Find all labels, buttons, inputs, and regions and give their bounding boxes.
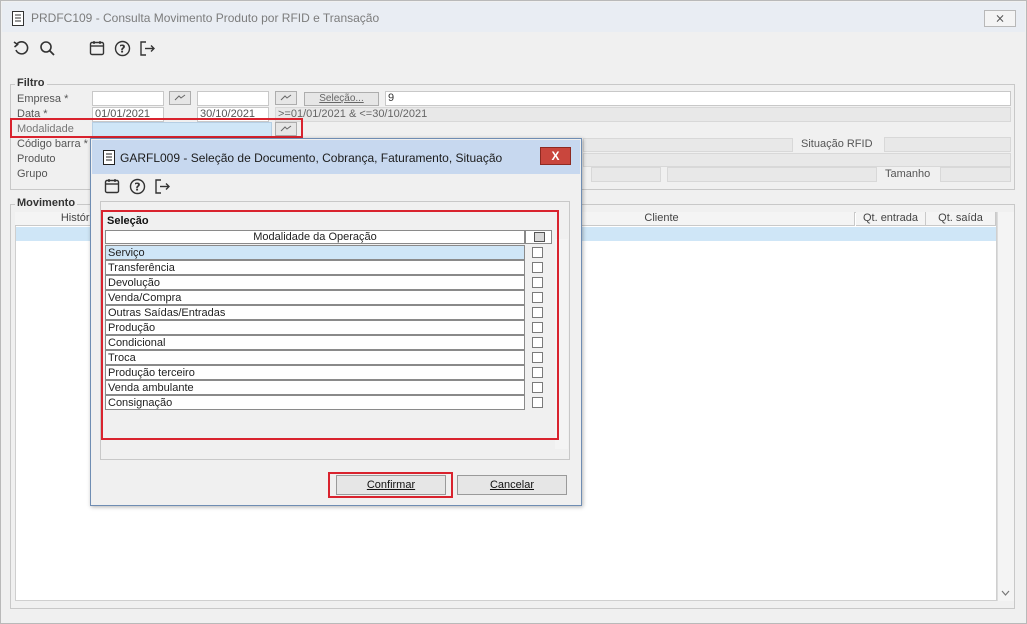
- col-historico[interactable]: Históri: [15, 212, 95, 226]
- selecao-dialog: GARFL009 - Seleção de Documento, Cobranç…: [90, 138, 582, 506]
- list-item-checkbox[interactable]: [532, 307, 543, 318]
- dialog-title: GARFL009 - Seleção de Documento, Cobranç…: [120, 151, 503, 165]
- list-item-checkbox[interactable]: [532, 382, 543, 393]
- list-item-label: Troca: [108, 352, 136, 364]
- list-item[interactable]: Outras Saídas/Entradas: [105, 305, 525, 320]
- calendar-icon[interactable]: [87, 39, 107, 57]
- codigo-barra-field: [583, 138, 793, 152]
- list-item[interactable]: Venda ambulante: [105, 380, 525, 395]
- list-item[interactable]: Produção terceiro: [105, 365, 525, 380]
- empresa-label: Empresa *: [17, 93, 69, 105]
- situacao-rfid-field[interactable]: [884, 137, 1011, 152]
- list-item-checkbox[interactable]: [532, 397, 543, 408]
- list-item[interactable]: Produção: [105, 320, 525, 335]
- list-item-checkbox[interactable]: [532, 322, 543, 333]
- select-all-header[interactable]: [525, 230, 552, 244]
- data-range-display: >=01/01/2021 & <=30/10/2021: [275, 107, 1011, 122]
- dialog-close-button[interactable]: X: [540, 147, 571, 165]
- document-icon: [11, 10, 25, 26]
- list-item-label: Devolução: [108, 277, 160, 289]
- list-item-label: Venda/Compra: [108, 292, 182, 304]
- situacao-rfid-label: Situação RFID: [801, 138, 873, 150]
- list-item[interactable]: Serviço: [105, 245, 525, 260]
- help-icon[interactable]: ?: [127, 177, 147, 195]
- list-item-label: Condicional: [108, 337, 166, 349]
- movimento-legend: Movimento: [15, 197, 78, 209]
- refresh-icon[interactable]: [11, 39, 31, 57]
- list-item-label: Serviço: [108, 247, 145, 259]
- list-item-checkbox[interactable]: [532, 292, 543, 303]
- codigo-barra-label: Código barra *: [17, 138, 88, 150]
- window-title: PRDFC109 - Consulta Movimento Produto po…: [31, 11, 380, 25]
- tamanho-label: Tamanho: [885, 168, 931, 180]
- empresa-lookup-button[interactable]: [169, 91, 191, 105]
- list-item-label: Produção terceiro: [108, 367, 195, 379]
- empresa-code-input-2[interactable]: [197, 91, 269, 106]
- list-item-checkbox[interactable]: [532, 352, 543, 363]
- confirmar-label: Confirmar: [366, 479, 416, 491]
- grupo-field-2: [667, 167, 877, 182]
- exit-icon[interactable]: [152, 177, 172, 195]
- empresa-code-input[interactable]: [92, 91, 164, 106]
- help-icon[interactable]: ?: [112, 39, 132, 57]
- svg-text:?: ?: [119, 42, 125, 55]
- movimento-scrollbar[interactable]: [997, 212, 1014, 601]
- empresa-lookup-button-2[interactable]: [275, 91, 297, 105]
- produto-label: Produto: [17, 153, 56, 165]
- modalidade-column-header[interactable]: Modalidade da Operação: [105, 230, 525, 244]
- list-item-label: Outras Saídas/Entradas: [108, 307, 226, 319]
- window-close-button[interactable]: ⨯: [984, 10, 1016, 27]
- grupo-label: Grupo: [17, 168, 48, 180]
- list-item[interactable]: Consignação: [105, 395, 525, 410]
- confirmar-button[interactable]: Confirmar: [336, 475, 446, 495]
- list-item-label: Transferência: [108, 262, 175, 274]
- list-item-checkbox[interactable]: [532, 262, 543, 273]
- document-icon: [102, 149, 116, 165]
- list-item-label: Produção: [108, 322, 156, 334]
- list-item-checkbox[interactable]: [532, 337, 543, 348]
- list-item-label: Consignação: [108, 397, 173, 409]
- scroll-down-icon[interactable]: [998, 587, 1013, 599]
- modalidade-highlight: [10, 118, 303, 138]
- select-all-checkbox[interactable]: [534, 232, 545, 242]
- selecao-value-field[interactable]: 9: [385, 91, 1011, 106]
- cancelar-label: Cancelar: [489, 479, 535, 491]
- list-item-checkbox[interactable]: [532, 277, 543, 288]
- list-item[interactable]: Venda/Compra: [105, 290, 525, 305]
- produto-field: [583, 153, 1011, 167]
- col-qt-entrada[interactable]: Qt. entrada: [856, 212, 926, 226]
- list-item[interactable]: Transferência: [105, 260, 525, 275]
- list-item[interactable]: Troca: [105, 350, 525, 365]
- tamanho-field[interactable]: [940, 167, 1011, 182]
- selecao-section-label: Seleção: [107, 215, 149, 227]
- cancelar-button[interactable]: Cancelar: [457, 475, 567, 495]
- calendar-icon[interactable]: [102, 177, 122, 195]
- list-item-checkbox[interactable]: [532, 367, 543, 378]
- list-item-checkbox[interactable]: [532, 247, 543, 258]
- grupo-field-1[interactable]: [591, 167, 661, 182]
- list-item[interactable]: Devolução: [105, 275, 525, 290]
- filtro-legend: Filtro: [15, 77, 47, 89]
- selecao-button[interactable]: Seleção...: [304, 92, 379, 106]
- list-item[interactable]: Condicional: [105, 335, 525, 350]
- exit-icon[interactable]: [137, 39, 157, 57]
- col-qt-saida[interactable]: Qt. saída: [926, 212, 996, 226]
- svg-text:?: ?: [134, 180, 140, 193]
- list-item-label: Venda ambulante: [108, 382, 194, 394]
- search-icon[interactable]: [37, 39, 57, 57]
